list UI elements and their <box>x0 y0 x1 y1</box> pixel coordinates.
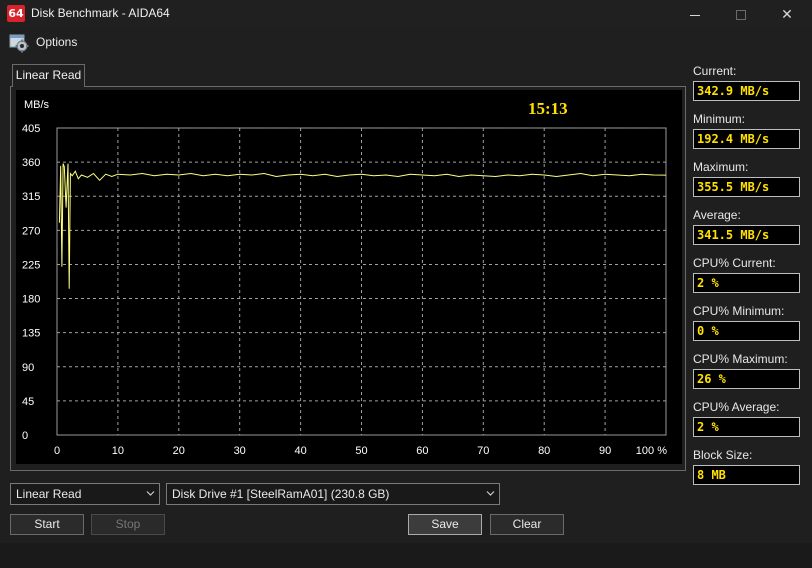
y-tick-labels: 0 45 90 135 180 225 270 315 360 405 <box>22 123 40 442</box>
options-menu[interactable]: Options <box>36 35 77 49</box>
y-tick-label: 270 <box>22 225 40 237</box>
stat-value: 26 % <box>693 369 800 389</box>
x-tick-label: 40 <box>294 445 306 457</box>
stat-value: 355.5 MB/s <box>693 177 800 197</box>
stat-value: 8 MB <box>693 465 800 485</box>
stat-label: CPU% Average: <box>693 400 780 414</box>
stat-label: Block Size: <box>693 448 753 462</box>
series-line <box>58 163 667 289</box>
stat-value: 0 % <box>693 321 800 341</box>
y-tick-label: 315 <box>22 191 40 203</box>
stat-value: 2 % <box>693 417 800 437</box>
x-tick-label: 100 % <box>636 445 667 457</box>
stat-label: Maximum: <box>693 160 749 174</box>
drive-select[interactable]: Disk Drive #1 [SteelRamA01] (230.8 GB) <box>166 483 500 505</box>
y-tick-label: 90 <box>22 362 34 374</box>
y-tick-label: 180 <box>22 294 40 306</box>
x-tick-label: 10 <box>112 445 124 457</box>
clear-button[interactable]: Clear <box>490 514 564 535</box>
save-button[interactable]: Save <box>408 514 482 535</box>
x-tick-label: 60 <box>416 445 428 457</box>
x-tick-label: 70 <box>477 445 489 457</box>
x-tick-label: 20 <box>173 445 185 457</box>
x-tick-label: 80 <box>538 445 550 457</box>
stat-value: 2 % <box>693 273 800 293</box>
options-gear-icon[interactable] <box>7 31 31 55</box>
stat-label: CPU% Maximum: <box>693 352 788 366</box>
drive-select-value: Disk Drive #1 [SteelRamA01] (230.8 GB) <box>172 487 390 501</box>
maximize-icon <box>736 10 746 21</box>
tab-linear-read[interactable]: Linear Read <box>12 64 85 87</box>
elapsed-time: 15:13 <box>528 99 568 118</box>
maximize-button[interactable] <box>718 0 764 28</box>
window-title: Disk Benchmark - AIDA64 <box>31 6 170 20</box>
aida64-logo-icon: 64 <box>7 5 25 22</box>
stat-label: Average: <box>693 208 741 222</box>
y-tick-label: 360 <box>22 157 40 169</box>
status-bar <box>0 543 812 568</box>
stat-label: CPU% Minimum: <box>693 304 785 318</box>
y-tick-label: 45 <box>22 396 34 408</box>
y-unit-label: MB/s <box>24 99 50 111</box>
stat-value: 192.4 MB/s <box>693 129 800 149</box>
title-bar: 64 Disk Benchmark - AIDA64 ✕ <box>0 0 812 28</box>
x-tick-label: 90 <box>599 445 611 457</box>
stat-label: Minimum: <box>693 112 746 126</box>
minimize-icon <box>690 14 700 16</box>
menu-bar: Options <box>0 28 812 58</box>
x-tick-label: 30 <box>234 445 246 457</box>
chevron-down-icon <box>486 491 495 496</box>
close-icon: ✕ <box>781 6 793 22</box>
y-tick-label: 225 <box>22 259 40 271</box>
x-tick-label: 50 <box>355 445 367 457</box>
x-tick-label: 0 <box>54 445 60 457</box>
close-button[interactable]: ✕ <box>764 0 810 28</box>
y-tick-label: 0 <box>22 430 28 442</box>
minimize-button[interactable] <box>672 0 718 28</box>
stat-label: Current: <box>693 64 737 78</box>
benchmark-graph: 0 45 90 135 180 225 270 315 360 405 0 10 20 30 40 50 60… <box>16 90 682 464</box>
stat-value: 342.9 MB/s <box>693 81 800 101</box>
stop-button[interactable]: Stop <box>91 514 165 535</box>
stat-value: 341.5 MB/s <box>693 225 800 245</box>
test-type-value: Linear Read <box>16 487 82 501</box>
x-tick-labels: 0 10 20 30 40 50 60 70 80 90 100 % <box>54 445 667 457</box>
y-tick-label: 405 <box>22 123 40 135</box>
test-type-select[interactable]: Linear Read <box>10 483 160 505</box>
y-tick-label: 135 <box>22 328 40 340</box>
chevron-down-icon <box>146 491 155 496</box>
stat-label: CPU% Current: <box>693 256 776 270</box>
start-button[interactable]: Start <box>10 514 84 535</box>
